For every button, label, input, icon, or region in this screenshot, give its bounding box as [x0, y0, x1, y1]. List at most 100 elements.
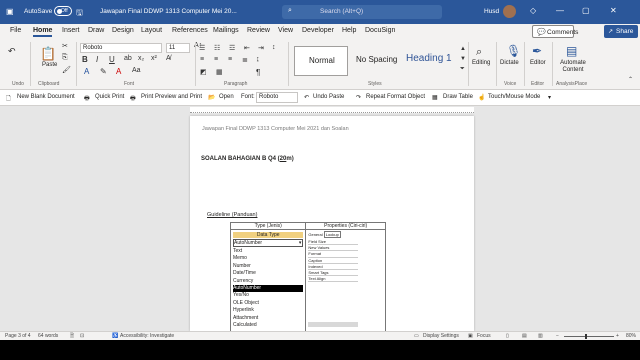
pilcrow-icon[interactable]: ¶ — [256, 68, 260, 77]
save-icon[interactable]: 🖫 — [76, 7, 83, 21]
superscript-icon[interactable]: x² — [151, 55, 157, 62]
strikethrough-icon[interactable]: ab — [124, 55, 132, 62]
italic-icon[interactable]: I — [96, 55, 98, 64]
bullets-icon[interactable]: ☰ — [199, 44, 205, 52]
undo-paste-button[interactable]: Undo Paste — [313, 94, 344, 100]
draw-table-button[interactable]: Draw Table — [443, 94, 473, 100]
zoom-in-icon[interactable]: + — [616, 333, 619, 339]
style-heading-1[interactable]: Heading 1 — [402, 46, 458, 76]
tab-lookup[interactable]: Lookup — [323, 231, 341, 238]
align-center-icon[interactable]: ≡ — [214, 56, 218, 63]
property-row[interactable]: Text Align — [308, 276, 359, 283]
draw-table-icon[interactable]: ▦ — [432, 94, 438, 101]
list-item[interactable]: Memo — [233, 255, 303, 262]
automate-content-button[interactable]: Automate Content — [558, 60, 588, 74]
tab-design[interactable]: Design — [112, 27, 134, 34]
borders-icon[interactable]: ▦ — [216, 68, 223, 76]
styles-scroll-up-icon[interactable]: ▲ — [460, 46, 466, 52]
page-count[interactable]: Page 3 of 4 — [5, 333, 31, 339]
format-painter-icon[interactable]: 🖌 — [62, 66, 71, 74]
comments-button[interactable]: 💬 Comments — [532, 25, 578, 38]
tab-docusign[interactable]: DocuSign — [365, 27, 395, 34]
style-no-spacing[interactable]: No Spacing — [350, 46, 402, 76]
word-count[interactable]: 64 words — [38, 333, 58, 339]
touch-mouse-mode-button[interactable]: Touch/Mouse Mode — [488, 94, 540, 100]
editor-button[interactable]: Editor — [530, 60, 546, 66]
new-blank-document-button[interactable]: New Blank Document — [17, 94, 75, 100]
tab-general[interactable]: General — [308, 232, 322, 237]
tab-view[interactable]: View — [278, 27, 293, 34]
list-item[interactable]: Attachment — [233, 315, 303, 322]
open-icon[interactable]: 📂 — [208, 94, 215, 101]
ruler-bar[interactable] — [190, 107, 474, 113]
share-button[interactable]: ↗ Share — [604, 25, 638, 38]
list-item[interactable]: Number — [233, 263, 303, 270]
list-item[interactable]: Text — [233, 248, 303, 255]
tab-insert[interactable]: Insert — [62, 27, 80, 34]
print-preview-button[interactable]: Print Preview and Print — [141, 94, 202, 100]
align-right-icon[interactable]: ≡ — [228, 56, 232, 63]
font-color-icon[interactable]: A — [116, 67, 121, 76]
font-size-box[interactable]: 11 — [166, 43, 190, 53]
change-case-icon[interactable]: Aa — [132, 67, 141, 74]
quick-print-icon[interactable]: 🖶 — [84, 94, 90, 104]
decrease-indent-icon[interactable]: ⇤ — [244, 44, 250, 52]
zoom-slider[interactable] — [564, 334, 614, 339]
touch-mode-icon[interactable]: ☝ — [478, 94, 485, 101]
collapse-ribbon-icon[interactable]: ⌃ — [628, 76, 633, 83]
list-item[interactable]: Date/Time — [233, 270, 303, 277]
tab-help[interactable]: Help — [342, 27, 356, 34]
restore-icon[interactable]: ▢ — [582, 6, 590, 15]
type-dropdown[interactable]: AutoNumber ▾ — [233, 239, 304, 247]
repeat-icon[interactable]: ↷ — [356, 94, 361, 101]
list-item[interactable]: Calculated — [233, 322, 303, 329]
clear-format-icon[interactable]: A̸ — [166, 55, 171, 62]
tab-references[interactable]: References — [172, 27, 208, 34]
paste-button[interactable]: Paste — [42, 62, 57, 68]
shading-icon[interactable]: ◩ — [200, 68, 207, 76]
qat-font-box[interactable]: Roboto — [256, 92, 298, 103]
accessibility-status[interactable]: Accessibility: Investigate — [120, 333, 174, 339]
coauthor-icon[interactable]: ◇ — [530, 6, 536, 15]
list-item[interactable]: OLE Object — [233, 300, 303, 307]
web-layout-icon[interactable]: ▥ — [538, 333, 543, 339]
underline-icon[interactable]: U — [109, 55, 115, 64]
close-icon[interactable]: ✕ — [610, 6, 617, 15]
numbering-icon[interactable]: ☷ — [214, 44, 220, 52]
undo-paste-icon[interactable]: ↶ — [304, 94, 309, 101]
styles-scroll-down-icon[interactable]: ▼ — [460, 56, 466, 62]
list-item[interactable]: Currency — [233, 278, 303, 285]
align-left-icon[interactable]: ≡ — [200, 56, 204, 63]
copy-icon[interactable]: ⎘ — [62, 54, 68, 62]
read-mode-icon[interactable]: ▯ — [506, 333, 509, 339]
bold-icon[interactable]: B — [82, 55, 88, 64]
minimize-icon[interactable]: — — [556, 6, 564, 15]
automate-icon[interactable]: ▤ — [566, 44, 577, 58]
styles-more-icon[interactable]: ⏷ — [460, 66, 465, 73]
subscript-icon[interactable]: x₂ — [138, 55, 144, 62]
tab-developer[interactable]: Developer — [302, 27, 334, 34]
avatar[interactable] — [503, 5, 516, 18]
list-item-selected[interactable]: AutoNumber — [233, 285, 304, 293]
editing-button[interactable]: Editing — [472, 60, 490, 66]
style-normal[interactable]: Normal — [294, 46, 348, 76]
list-item[interactable]: Hyperlink — [233, 307, 303, 314]
quick-print-button[interactable]: Quick Print — [95, 94, 124, 100]
focus-button[interactable]: Focus — [477, 333, 491, 339]
repeat-format-object-button[interactable]: Repeat Format Object — [366, 94, 425, 100]
tab-draw[interactable]: Draw — [88, 27, 104, 34]
microphone-icon[interactable]: 🎙 — [506, 44, 521, 58]
qat-customize-icon[interactable]: ▾ — [548, 94, 551, 101]
display-settings-button[interactable]: Display Settings — [423, 333, 459, 339]
find-icon[interactable]: ⌕ — [476, 46, 482, 59]
tab-layout[interactable]: Layout — [141, 27, 162, 34]
list-item[interactable]: Yes/No — [233, 292, 303, 299]
tab-home[interactable]: Home — [33, 27, 53, 37]
zoom-out-icon[interactable]: − — [556, 333, 559, 339]
undo-icon[interactable]: ↶ — [8, 46, 16, 57]
line-spacing-icon[interactable]: ↨ — [256, 56, 260, 63]
highlight-icon[interactable]: ✎ — [100, 67, 107, 76]
document-page[interactable]: Jawapan Final DDWP 1313 Computer Mei 202… — [190, 116, 474, 333]
multilevel-list-icon[interactable]: ☲ — [229, 44, 235, 52]
increase-indent-icon[interactable]: ⇥ — [258, 44, 264, 52]
